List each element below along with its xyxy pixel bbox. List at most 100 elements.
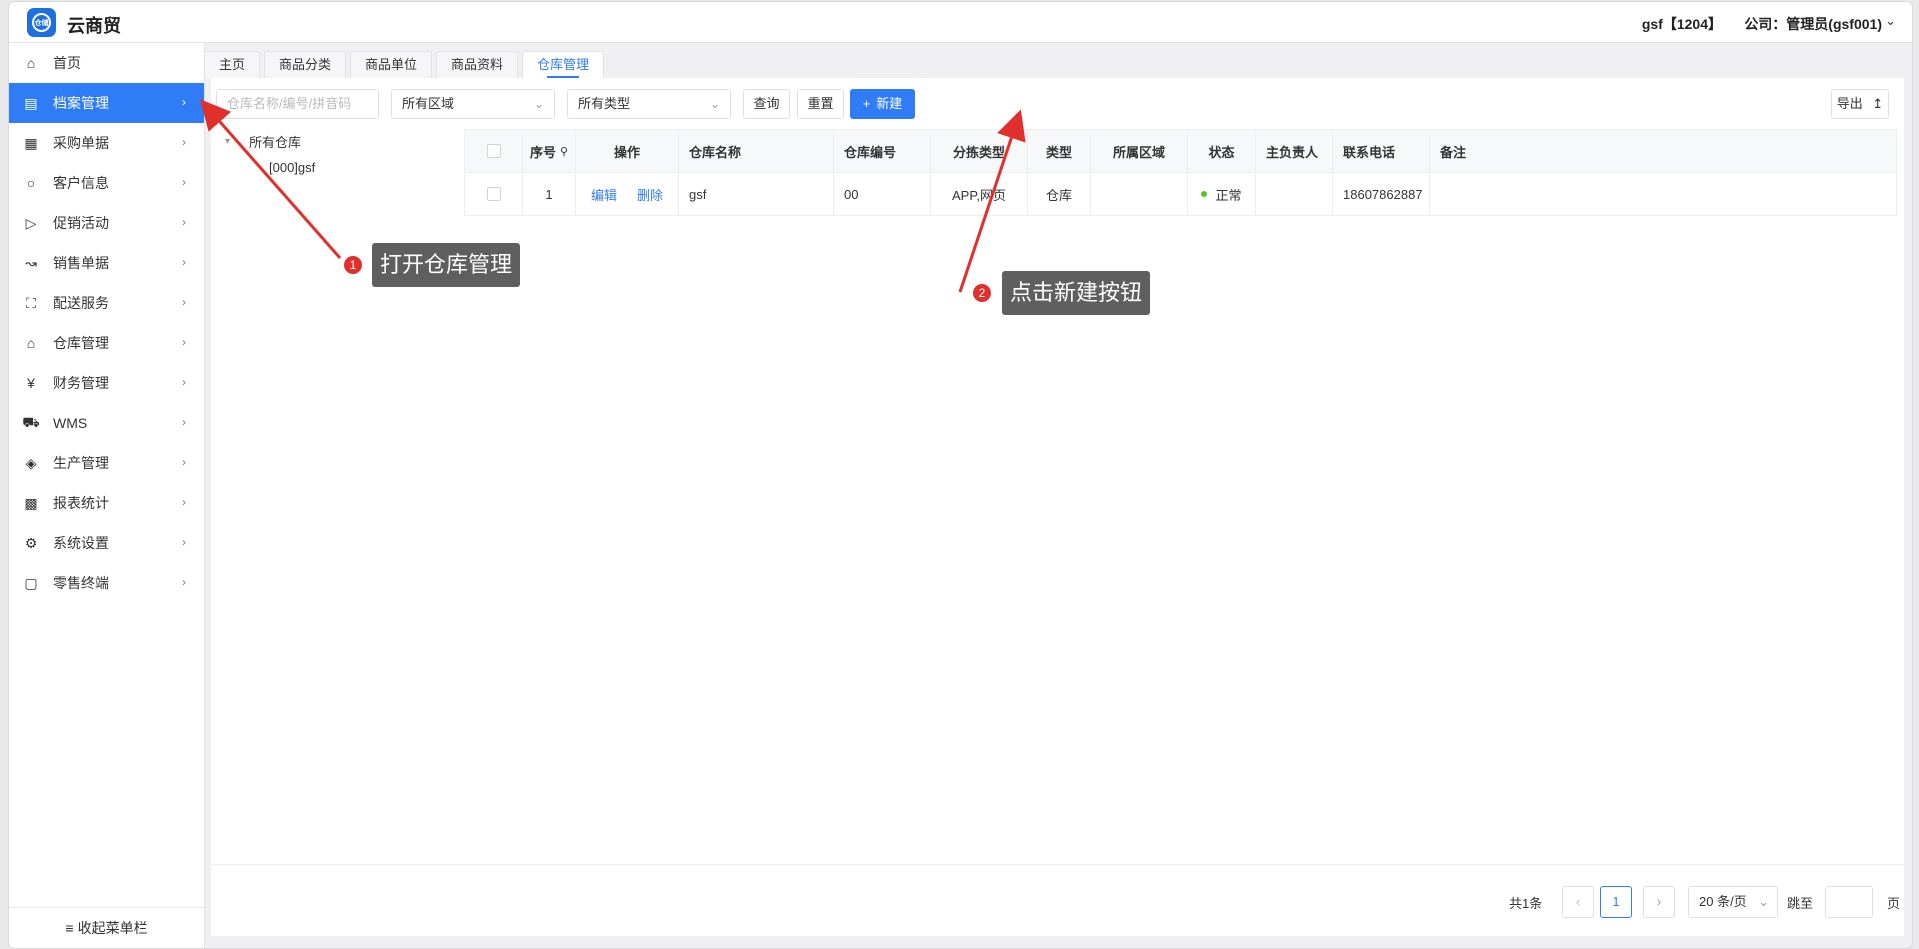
logo-text: 仓储 xyxy=(32,13,51,32)
user-icon: ○ xyxy=(26,175,36,191)
search-input[interactable]: 仓库名称/编号/拼音码 xyxy=(216,89,379,119)
reset-label: 重置 xyxy=(807,96,834,111)
table-header: 序号 ⚲ 操作 仓库名称 仓库编号 分拣类型 类型 所属区域 状态 主负责人 联系… xyxy=(465,130,1896,173)
tab-2[interactable]: 商品单位 xyxy=(350,51,433,78)
new-label: 新建 xyxy=(876,96,903,111)
col-status: 状态 xyxy=(1188,130,1256,172)
row-index: 1 xyxy=(523,173,576,215)
tab-1[interactable]: 商品分类 xyxy=(264,51,347,78)
row-phone: 18607862887 xyxy=(1333,173,1430,215)
delete-link[interactable]: 删除 xyxy=(637,185,663,204)
col-region-label: 所属区域 xyxy=(1112,144,1165,160)
collapse-icon: ≡ xyxy=(65,920,74,936)
sidebar-item-5[interactable]: ↝ 销售单据 › xyxy=(9,243,204,283)
tab-0[interactable]: 主页 xyxy=(204,51,261,78)
type-select[interactable]: 所有类型 ⌄ xyxy=(567,89,731,119)
row-region xyxy=(1091,173,1188,215)
col-region: 所属区域 xyxy=(1091,130,1188,172)
new-button[interactable]: + 新建 xyxy=(850,89,915,119)
prev-page-button[interactable]: ‹ xyxy=(1562,886,1594,918)
megaphone-icon: ▷ xyxy=(25,214,37,231)
chevron-right-icon: › xyxy=(182,495,186,509)
col-type-label: 类型 xyxy=(1045,144,1072,160)
edit-link[interactable]: 编辑 xyxy=(591,185,617,204)
annotation-badge-2: 2 xyxy=(973,284,991,302)
col-code: 仓库编号 xyxy=(834,130,931,172)
chevron-right-icon: › xyxy=(182,575,186,589)
sidebar-item-9[interactable]: ⛟ WMS › xyxy=(9,403,204,443)
sidebar-item-6[interactable]: ⛶ 配送服务 › xyxy=(9,283,204,323)
app-window: 仓储 云商贸 gsf【1204】 公司：管理员(gsf001) ⌄ ⌂ 首页 ▤ 档案… xyxy=(8,1,1913,949)
sidebar-menu: ⌂ 首页 ▤ 档案管理 › ▦ 采购单据 › ○ 客户信息 › ▷ 促销活动 › ↝ 销售单据 › ⛶ 配送服务 › ⌂… xyxy=(9,43,204,603)
region-select[interactable]: 所有区域 ⌄ xyxy=(391,89,555,119)
wrench-icon[interactable]: ⚲ xyxy=(560,145,568,158)
type-select-value: 所有类型 xyxy=(578,96,631,111)
sidebar-item-3[interactable]: ○ 客户信息 › xyxy=(9,163,204,203)
sidebar-item-10[interactable]: ◈ 生产管理 › xyxy=(9,443,204,483)
col-index[interactable]: 序号 ⚲ xyxy=(523,130,576,172)
sidebar-item-label: 促销活动 xyxy=(53,215,109,231)
sidebar-item-13[interactable]: ▢ 零售终端 › xyxy=(9,563,204,603)
col-status-label: 状态 xyxy=(1208,144,1235,160)
row-status: 正常 xyxy=(1188,173,1256,215)
chevron-right-icon: › xyxy=(182,95,186,109)
sidebar-item-2[interactable]: ▦ 采购单据 › xyxy=(9,123,204,163)
collapse-menu-button[interactable]: ≡ 收起菜单栏 xyxy=(9,907,204,948)
sidebar-item-0[interactable]: ⌂ 首页 xyxy=(9,43,204,83)
table-row: 1 编辑 删除 gsf 00 APP,网页 仓库 正常 18607862887 xyxy=(465,173,1896,215)
chevron-right-icon: › xyxy=(182,215,186,229)
sidebar-item-8[interactable]: ¥ 财务管理 › xyxy=(9,363,204,403)
tab-4[interactable]: 仓库管理 xyxy=(522,51,605,78)
col-remark: 备注 xyxy=(1430,130,1896,172)
car-icon: ⛟ xyxy=(22,413,40,430)
tree-node[interactable]: [000]gsf xyxy=(225,156,315,178)
row-checkbox[interactable] xyxy=(486,187,501,201)
chevron-down-icon[interactable]: ⌄ xyxy=(1885,13,1896,29)
next-page-button[interactable]: › xyxy=(1643,886,1675,918)
chevron-down-icon: ⌄ xyxy=(709,97,720,111)
tree-root[interactable]: ▾ 所有仓库 xyxy=(225,130,315,152)
annotation-callout-2: 点击新建按钮 xyxy=(1002,271,1151,315)
page-size-select[interactable]: 20 条/页 ⌄ xyxy=(1688,886,1778,918)
tree-root-label: 所有仓库 xyxy=(249,134,302,150)
query-label: 查询 xyxy=(753,96,780,111)
jump-page-input[interactable] xyxy=(1825,886,1873,918)
sidebar-item-label: 零售终端 xyxy=(53,575,109,591)
user-info[interactable]: gsf【1204】 xyxy=(1642,14,1722,34)
export-label: 导出 xyxy=(1836,96,1863,111)
sidebar-item-label: 客户信息 xyxy=(53,175,109,191)
col-phone-label: 联系电话 xyxy=(1343,144,1396,160)
row-type: 仓库 xyxy=(1028,173,1091,215)
page-number-button[interactable]: 1 xyxy=(1600,886,1632,918)
app-logo-icon: 仓储 xyxy=(27,8,56,37)
row-name: gsf xyxy=(679,173,834,215)
sidebar-item-label: 系统设置 xyxy=(53,535,109,551)
sidebar-item-11[interactable]: ▩ 报表统计 › xyxy=(9,483,204,523)
col-phone: 联系电话 xyxy=(1333,130,1430,172)
row-actions: 编辑 删除 xyxy=(576,173,679,215)
top-bar: 仓储 云商贸 gsf【1204】 公司：管理员(gsf001) ⌄ xyxy=(9,2,1912,43)
select-all-checkbox[interactable] xyxy=(486,144,501,158)
search-placeholder: 仓库名称/编号/拼音码 xyxy=(227,96,352,111)
page-unit-label: 页 xyxy=(1887,896,1901,911)
footer-divider xyxy=(211,864,1904,865)
query-button[interactable]: 查询 xyxy=(743,89,790,119)
sidebar-item-12[interactable]: ⚙ 系统设置 › xyxy=(9,523,204,563)
col-sort-type-label: 分拣类型 xyxy=(952,144,1005,160)
sidebar-item-4[interactable]: ▷ 促销活动 › xyxy=(9,203,204,243)
export-button[interactable]: 导出 ↥ xyxy=(1831,89,1889,119)
reset-button[interactable]: 重置 xyxy=(797,89,844,119)
tab-3[interactable]: 商品资料 xyxy=(436,51,519,78)
tree-toggle-icon[interactable]: ▾ xyxy=(225,136,235,147)
company-selector[interactable]: 公司：管理员(gsf001) xyxy=(1744,14,1882,34)
col-name: 仓库名称 xyxy=(679,130,834,172)
sidebar-item-label: WMS xyxy=(53,415,88,431)
sidebar-item-7[interactable]: ⌂ 仓库管理 › xyxy=(9,323,204,363)
chevron-right-icon: › xyxy=(182,135,186,149)
sidebar-item-1[interactable]: ▤ 档案管理 › xyxy=(9,83,204,123)
col-code-label: 仓库编号 xyxy=(844,144,897,160)
total-count: 共1条 xyxy=(1509,896,1543,911)
col-index-label: 序号 xyxy=(529,144,556,160)
bag-icon: ▢ xyxy=(24,574,38,591)
chevron-right-icon: › xyxy=(182,255,186,269)
